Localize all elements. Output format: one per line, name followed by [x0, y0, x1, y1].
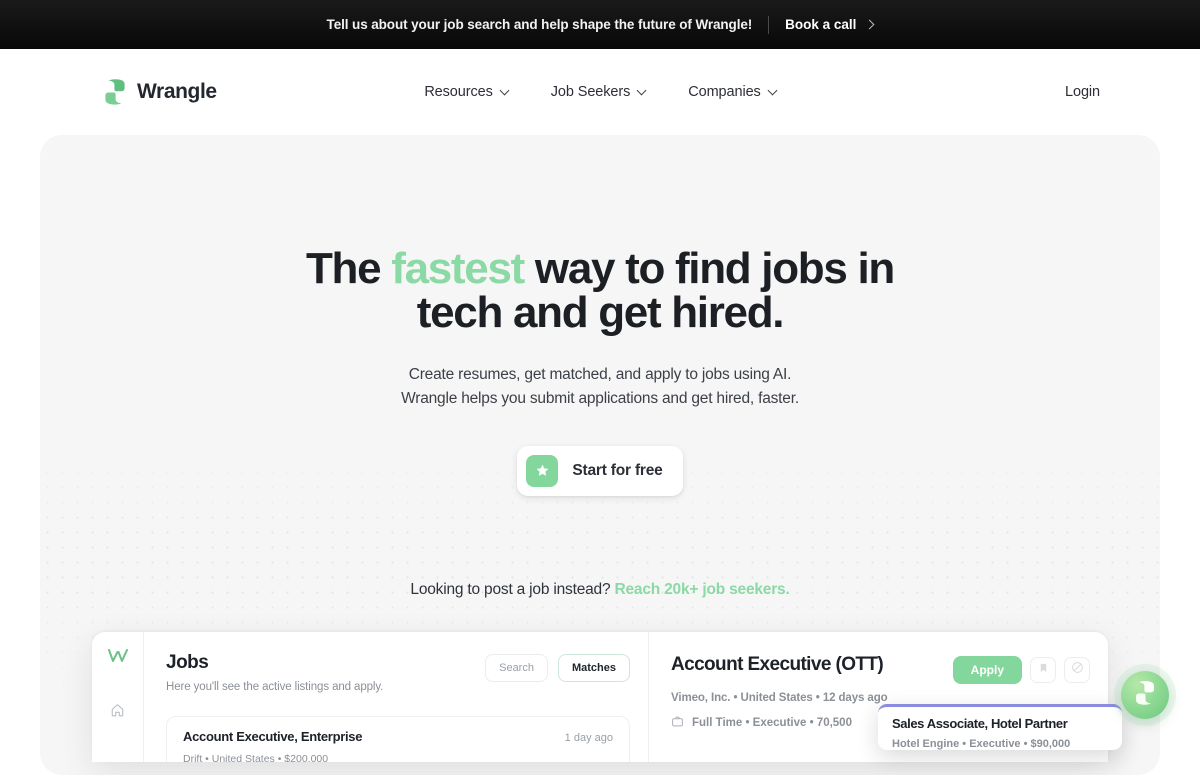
book-a-call-label: Book a call: [785, 17, 857, 32]
headline-part-2: way to find jobs in: [523, 244, 895, 293]
brand-name: Wrangle: [137, 80, 217, 103]
mockup-panel-subtitle: Here you'll see the active listings and …: [166, 681, 384, 693]
wrangle-chat-icon: [1134, 680, 1156, 711]
block-icon: [1071, 661, 1084, 679]
hero-content: The fastest way to find jobs in tech and…: [40, 135, 1160, 496]
announcement-divider: [768, 15, 770, 34]
mockup-tab-group: Search Matches: [485, 654, 630, 682]
start-for-free-label: Start for free: [572, 461, 663, 479]
announcement-bar: Tell us about your job search and help s…: [0, 0, 1200, 49]
tab-search[interactable]: Search: [485, 654, 548, 682]
dismiss-button[interactable]: [1064, 657, 1090, 683]
headline-part-1: The: [305, 244, 392, 293]
book-a-call-link[interactable]: Book a call: [785, 17, 875, 32]
wrangle-w-icon: [107, 648, 129, 669]
job-detail-meta2-label: Full Time • Executive • 70,500: [692, 717, 852, 729]
headline-line-2: tech and get hired.: [416, 288, 785, 337]
nav-item-label: Companies: [688, 84, 761, 100]
cta-container: Start for free: [40, 445, 1160, 496]
nav-item-label: Resources: [424, 84, 493, 100]
subtitle-line-2: Wrangle helps you submit applications an…: [401, 390, 799, 408]
list-item[interactable]: Account Executive, Enterprise 1 day ago …: [166, 716, 630, 762]
job-detail-actions: Apply: [952, 656, 1090, 684]
nav-item-resources[interactable]: Resources: [424, 84, 510, 100]
nav-item-companies[interactable]: Companies: [688, 84, 778, 100]
post-a-job-prompt: Looking to post a job instead? Reach 20k…: [40, 581, 1160, 599]
bookmark-icon: [1038, 661, 1049, 679]
job-meta: Drift • United States • $200,000: [183, 753, 329, 762]
hero-subtitle: Create resumes, get matched, and apply t…: [40, 363, 1160, 412]
notification-title: Sales Associate, Hotel Partner: [892, 716, 1068, 731]
start-for-free-button[interactable]: Start for free: [517, 445, 683, 496]
apply-button[interactable]: Apply: [952, 656, 1022, 684]
chat-widget-button[interactable]: [1121, 671, 1169, 719]
announcement-text: Tell us about your job search and help s…: [326, 17, 753, 32]
page-title: The fastest way to find jobs in tech and…: [40, 247, 1160, 335]
brand-logo[interactable]: Wrangle: [104, 78, 217, 106]
nav-item-job-seekers[interactable]: Job Seekers: [550, 84, 647, 100]
job-row-header: Account Executive, Enterprise 1 day ago: [183, 729, 613, 744]
wrangle-logo-icon: [104, 78, 126, 106]
subtitle-line-1: Create resumes, get matched, and apply t…: [408, 366, 792, 383]
job-title: Account Executive, Enterprise: [183, 729, 363, 744]
mockup-jobs-panel: Jobs Here you'll see the active listings…: [144, 632, 648, 762]
tab-matches[interactable]: Matches: [557, 654, 630, 682]
star-icon: [526, 454, 559, 487]
bookmark-button[interactable]: [1030, 657, 1056, 683]
chevron-down-icon: [499, 85, 510, 95]
job-posted-time: 1 day ago: [564, 732, 613, 744]
chevron-down-icon: [636, 85, 647, 95]
notification-meta: Hotel Engine • Executive • $90,000: [892, 738, 1071, 750]
login-link[interactable]: Login: [1065, 84, 1100, 100]
briefcase-icon: [671, 715, 684, 731]
nav-item-label: Job Seekers: [550, 84, 631, 100]
home-icon[interactable]: [110, 703, 125, 717]
site-header: Wrangle Resources Job Seekers Companies …: [0, 49, 1200, 135]
headline-accent: fastest: [391, 244, 525, 293]
mockup-sidebar: [92, 632, 144, 762]
chevron-right-icon: [864, 19, 875, 30]
chevron-down-icon: [767, 85, 778, 95]
post-a-job-text: Looking to post a job instead?: [410, 581, 615, 598]
job-detail-meta: Vimeo, Inc. • United States • 12 days ag…: [671, 692, 888, 704]
reach-job-seekers-link[interactable]: Reach 20k+ job seekers.: [615, 581, 790, 598]
job-notification-card[interactable]: Sales Associate, Hotel Partner Hotel Eng…: [878, 704, 1122, 750]
